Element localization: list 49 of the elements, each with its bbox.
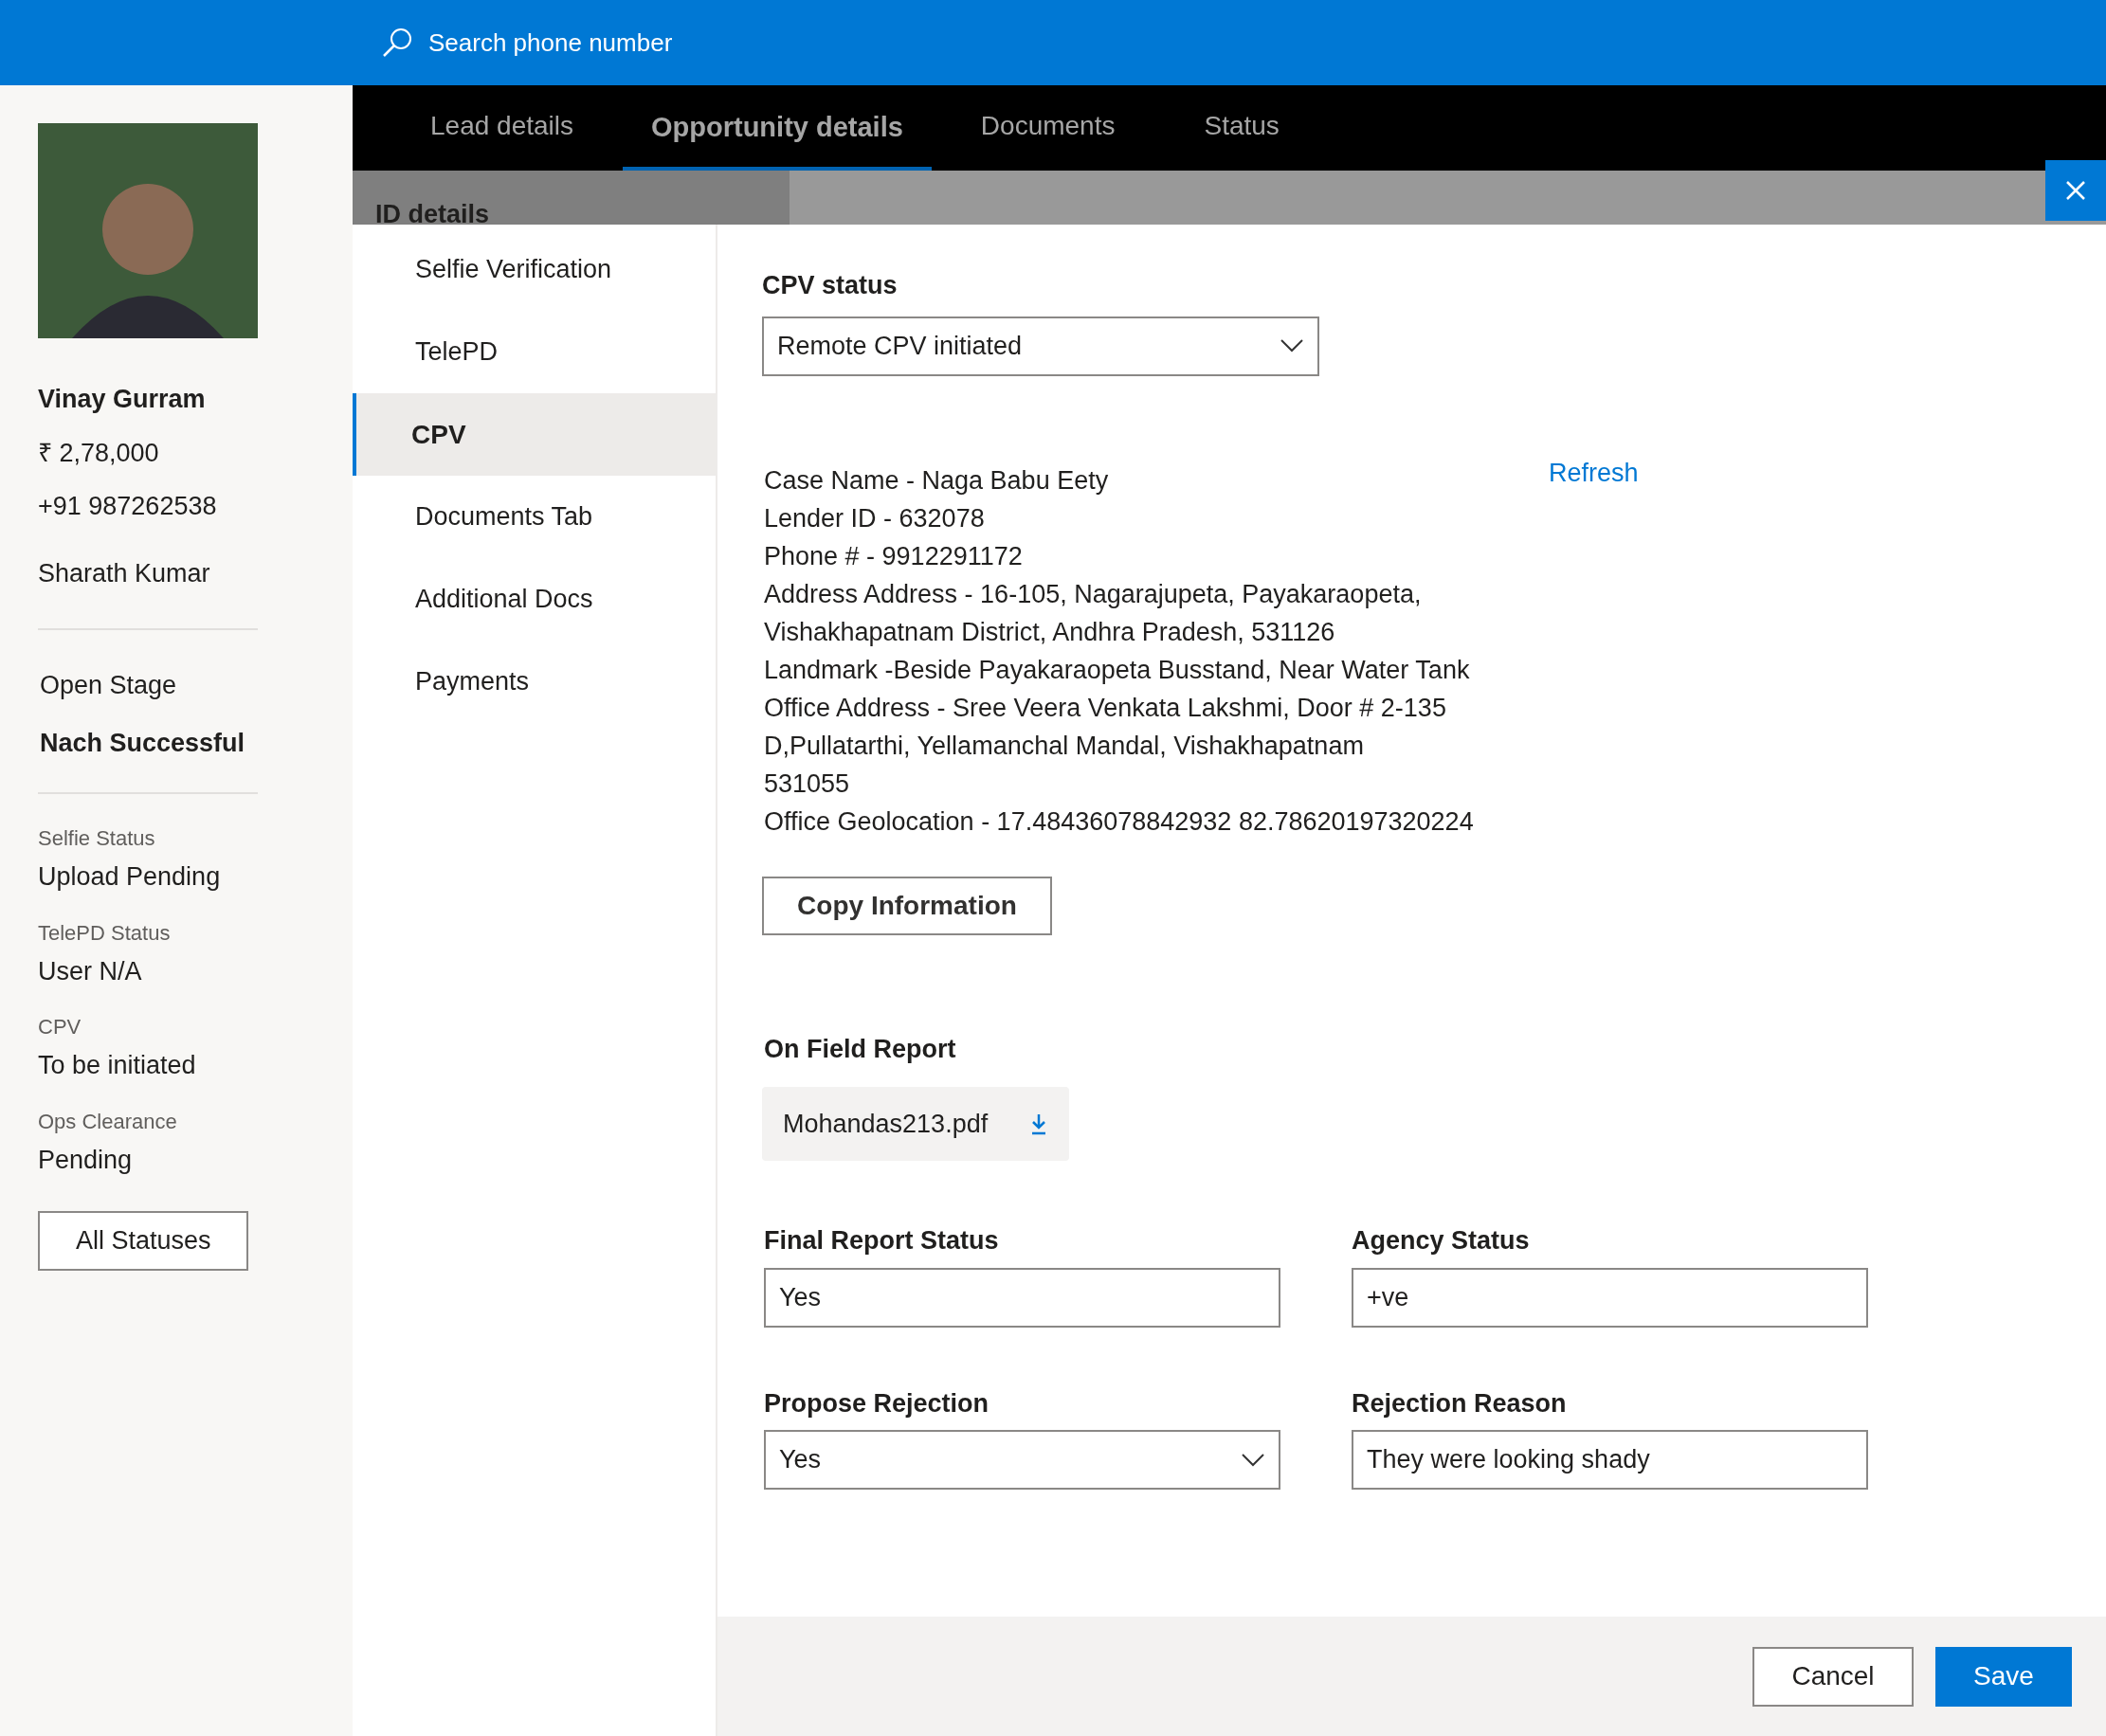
case-information: Case Name - Naga Babu Eety Lender ID - 632078 Phone # - 9912291172 Address Address - 16-105, Nagarajupeta, Payakaraopeta, Vishakhapatnam District, Andhra Pradesh, 531126 Landmark -Beside Payakaraopeta Busstand, Near Water Tank Office Address - Sree Veera Venkata Lakshmi, Door # 2-135 D,Pullatarthi, Yellamanchal Mandal, Vishakhapatnam 531055 Office Geolocation - 17.48436078842932 82.78620197320224 bbox=[763, 464, 1475, 838]
search-field[interactable]: Search phone number bbox=[428, 24, 997, 62]
stage-status: Nach Successful bbox=[39, 727, 246, 759]
field-label: Rejection Reason bbox=[1352, 1387, 1568, 1420]
download-icon bbox=[1029, 1112, 1048, 1135]
field-label: CPV status bbox=[762, 270, 899, 301]
nav-item[interactable]: CPV bbox=[353, 393, 716, 476]
input-field[interactable]: They were looking shady bbox=[1352, 1430, 1868, 1490]
customer-name: Vinay Gurram bbox=[38, 384, 207, 415]
refresh-link[interactable]: Refresh bbox=[1549, 453, 1639, 841]
file-attachment[interactable]: Mohandas213.pdf bbox=[762, 1087, 1069, 1161]
all-statuses-button[interactable]: All Statuses bbox=[38, 1211, 248, 1271]
cpv-status-dropdown[interactable]: Remote CPV initiated bbox=[762, 316, 1319, 376]
section-header: ID details bbox=[353, 171, 790, 225]
nav-item[interactable]: Payments bbox=[353, 641, 716, 723]
field-label: Final Report Status bbox=[764, 1225, 1000, 1257]
nav-item[interactable]: Selfie Verification bbox=[353, 228, 716, 311]
field-label: Agency Status bbox=[1352, 1225, 1531, 1257]
copy-information-button[interactable]: Copy Information bbox=[762, 876, 1052, 935]
cancel-button[interactable]: Cancel bbox=[1752, 1646, 1914, 1707]
agent-name: Sharath Kumar bbox=[38, 557, 211, 589]
close-button[interactable] bbox=[2045, 160, 2106, 221]
input-field[interactable]: Yes bbox=[764, 1267, 1280, 1328]
dropdown[interactable]: Yes bbox=[764, 1430, 1280, 1490]
nav-item[interactable]: Additional Docs bbox=[353, 558, 716, 641]
status-value: Upload Pending bbox=[38, 861, 222, 893]
chevron-down-icon bbox=[1241, 1452, 1265, 1468]
stage-label: Open Stage bbox=[39, 670, 178, 701]
chevron-down-icon bbox=[1280, 338, 1304, 353]
status-value: Pending bbox=[38, 1144, 134, 1176]
tab[interactable]: Lead details bbox=[390, 85, 613, 171]
close-icon bbox=[2065, 180, 2086, 201]
nav-item[interactable]: TelePD bbox=[353, 311, 716, 393]
nav-item[interactable]: Documents Tab bbox=[353, 476, 716, 558]
search-icon bbox=[381, 27, 413, 59]
status-value: To be initiated bbox=[38, 1050, 197, 1081]
field-label: Propose Rejection bbox=[764, 1387, 990, 1420]
save-button[interactable]: Save bbox=[1935, 1646, 2072, 1707]
tab[interactable]: Status bbox=[1164, 85, 1319, 171]
phone-number: +91 987262538 bbox=[38, 491, 218, 522]
status-label: Ops Clearance bbox=[38, 1108, 178, 1135]
status-label: CPV bbox=[38, 1014, 82, 1040]
input-field[interactable]: +ve bbox=[1352, 1267, 1868, 1328]
loan-amount: ₹ 2,78,000 bbox=[38, 437, 160, 469]
field-label: On Field Report bbox=[763, 1033, 957, 1065]
tab[interactable]: Documents bbox=[940, 85, 1155, 171]
status-value: User N/A bbox=[38, 955, 143, 987]
status-label: Selfie Status bbox=[38, 825, 156, 852]
status-label: TelePD Status bbox=[38, 919, 172, 947]
